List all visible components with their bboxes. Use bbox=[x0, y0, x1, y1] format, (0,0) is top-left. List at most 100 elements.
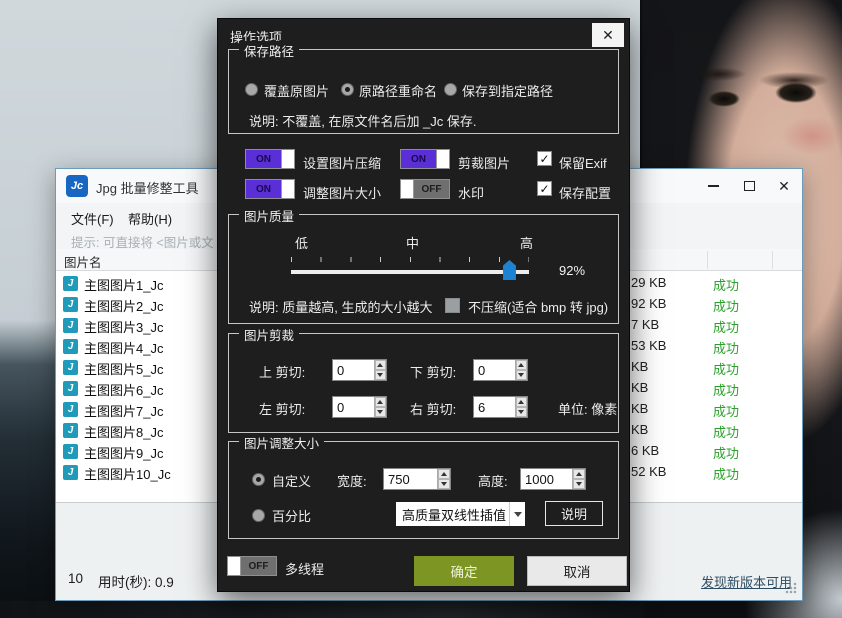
height-input[interactable] bbox=[521, 469, 572, 489]
maximize-icon bbox=[744, 181, 755, 191]
crop-toggle[interactable]: ON bbox=[400, 149, 450, 169]
watermark-toggle-label: 水印 bbox=[458, 183, 484, 202]
keep-exif-label[interactable]: 保留Exif bbox=[559, 153, 607, 172]
quality-value: 92% bbox=[559, 263, 585, 278]
file-icon: J bbox=[63, 423, 78, 438]
status-count: 10 bbox=[68, 571, 83, 586]
minimize-button[interactable] bbox=[698, 175, 728, 197]
file-status: 成功 bbox=[713, 443, 739, 462]
spin-down-icon[interactable] bbox=[516, 370, 527, 380]
crop-bottom-spinner bbox=[473, 359, 528, 381]
maximize-button[interactable] bbox=[734, 175, 764, 197]
no-compress-label[interactable]: 不压缩(适合 bmp 转 jpg) bbox=[468, 297, 608, 316]
radio-percent-size-label[interactable]: 百分比 bbox=[272, 506, 311, 525]
file-status: 成功 bbox=[713, 275, 739, 294]
radio-custom-path[interactable] bbox=[444, 83, 457, 96]
multithread-label: 多线程 bbox=[285, 559, 324, 578]
save-path-legend: 保存路径 bbox=[239, 41, 299, 60]
save-config-label[interactable]: 保存配置 bbox=[559, 183, 611, 202]
compress-toggle[interactable]: ON bbox=[245, 149, 295, 169]
radio-rename-same-path[interactable] bbox=[341, 83, 354, 96]
crop-left-input[interactable] bbox=[333, 397, 374, 417]
window-title: Jpg 批量修整工具 bbox=[96, 178, 199, 197]
file-icon: J bbox=[63, 465, 78, 480]
radio-overwrite-label[interactable]: 覆盖原图片 bbox=[264, 81, 329, 100]
width-spinner bbox=[383, 468, 451, 490]
wallpaper-dark-bottom bbox=[0, 601, 645, 618]
spin-down-icon[interactable] bbox=[573, 479, 585, 489]
toggle-knob bbox=[281, 150, 294, 168]
file-size: KB bbox=[631, 401, 648, 416]
toggle-state-label: OFF bbox=[241, 557, 276, 575]
file-name: 主图图片2_Jc bbox=[84, 296, 163, 315]
info-button[interactable]: 说明 bbox=[545, 501, 603, 526]
menu-help[interactable]: 帮助(H) bbox=[128, 209, 172, 228]
check-icon: ✓ bbox=[538, 182, 551, 196]
file-size: KB bbox=[631, 380, 648, 395]
keep-exif-checkbox[interactable]: ✓ bbox=[537, 151, 552, 166]
update-link[interactable]: 发现新版本可用 bbox=[701, 572, 792, 591]
multithread-toggle[interactable]: OFF bbox=[227, 556, 277, 576]
resize-toggle-label: 调整图片大小 bbox=[303, 183, 381, 202]
crop-right-input[interactable] bbox=[474, 397, 515, 417]
file-status: 成功 bbox=[713, 338, 739, 357]
crop-top-input[interactable] bbox=[333, 360, 374, 380]
column-header-name[interactable]: 图片名 bbox=[64, 252, 102, 271]
crop-top-spinner bbox=[332, 359, 387, 381]
spin-up-icon[interactable] bbox=[573, 469, 585, 479]
resize-group: 图片调整大小 自定义 宽度: 高度: 百分比 高质量双线性插值 说明 bbox=[228, 441, 619, 539]
toggle-state-label: ON bbox=[246, 180, 281, 198]
spin-up-icon[interactable] bbox=[375, 397, 386, 407]
watermark-toggle[interactable]: OFF bbox=[400, 179, 450, 199]
file-size: 53 KB bbox=[631, 338, 666, 353]
file-size: 92 KB bbox=[631, 296, 666, 311]
menu-file[interactable]: 文件(F) bbox=[71, 209, 114, 228]
window-close-button[interactable]: ✕ bbox=[769, 175, 799, 197]
spin-down-icon[interactable] bbox=[438, 479, 450, 489]
file-name: 主图图片10_Jc bbox=[84, 464, 171, 483]
radio-custom-size-label[interactable]: 自定义 bbox=[272, 471, 311, 490]
no-compress-checkbox[interactable]: ✓ bbox=[445, 298, 460, 313]
save-config-checkbox[interactable]: ✓ bbox=[537, 181, 552, 196]
spin-down-icon[interactable] bbox=[375, 370, 386, 380]
spin-down-icon[interactable] bbox=[516, 407, 527, 417]
resize-grip[interactable] bbox=[785, 582, 797, 594]
radio-overwrite-original[interactable] bbox=[245, 83, 258, 96]
app-logo-icon: Jc bbox=[66, 175, 88, 197]
height-spinner bbox=[520, 468, 586, 490]
file-status: 成功 bbox=[713, 422, 739, 441]
spin-up-icon[interactable] bbox=[516, 360, 527, 370]
spin-up-icon[interactable] bbox=[375, 360, 386, 370]
radio-custom-size[interactable] bbox=[252, 473, 265, 486]
file-name: 主图图片7_Jc bbox=[84, 401, 163, 420]
file-icon: J bbox=[63, 402, 78, 417]
radio-rename-label[interactable]: 原路径重命名 bbox=[359, 81, 437, 100]
file-name: 主图图片1_Jc bbox=[84, 275, 163, 294]
width-input[interactable] bbox=[384, 469, 437, 489]
ok-button[interactable]: 确定 bbox=[414, 556, 514, 586]
resize-toggle[interactable]: ON bbox=[245, 179, 295, 199]
quality-slider-track[interactable] bbox=[291, 270, 529, 274]
column-separator bbox=[707, 251, 708, 269]
file-size: 7 KB bbox=[631, 317, 659, 332]
crop-right-label: 右 剪切: bbox=[410, 399, 456, 418]
quality-high-label: 高 bbox=[520, 233, 533, 252]
toggle-knob bbox=[436, 150, 449, 168]
radio-custom-path-label[interactable]: 保存到指定路径 bbox=[462, 81, 553, 100]
crop-left-label: 左 剪切: bbox=[259, 399, 305, 418]
save-path-group: 保存路径 覆盖原图片 原路径重命名 保存到指定路径 说明: 不覆盖, 在原文件名… bbox=[228, 49, 619, 134]
interpolation-dropdown[interactable]: 高质量双线性插值 bbox=[396, 502, 525, 526]
cancel-button[interactable]: 取消 bbox=[527, 556, 627, 586]
spin-up-icon[interactable] bbox=[438, 469, 450, 479]
quality-slider-handle[interactable] bbox=[503, 260, 516, 280]
file-size: 29 KB bbox=[631, 275, 666, 290]
width-label: 宽度: bbox=[337, 471, 367, 490]
toggle-knob bbox=[281, 180, 294, 198]
radio-percent-size[interactable] bbox=[252, 509, 265, 522]
spin-down-icon[interactable] bbox=[375, 407, 386, 417]
file-name: 主图图片4_Jc bbox=[84, 338, 163, 357]
dialog-close-button[interactable]: ✕ bbox=[592, 23, 624, 47]
spin-up-icon[interactable] bbox=[516, 397, 527, 407]
crop-bottom-input[interactable] bbox=[474, 360, 515, 380]
dropdown-arrow-icon bbox=[509, 502, 525, 526]
